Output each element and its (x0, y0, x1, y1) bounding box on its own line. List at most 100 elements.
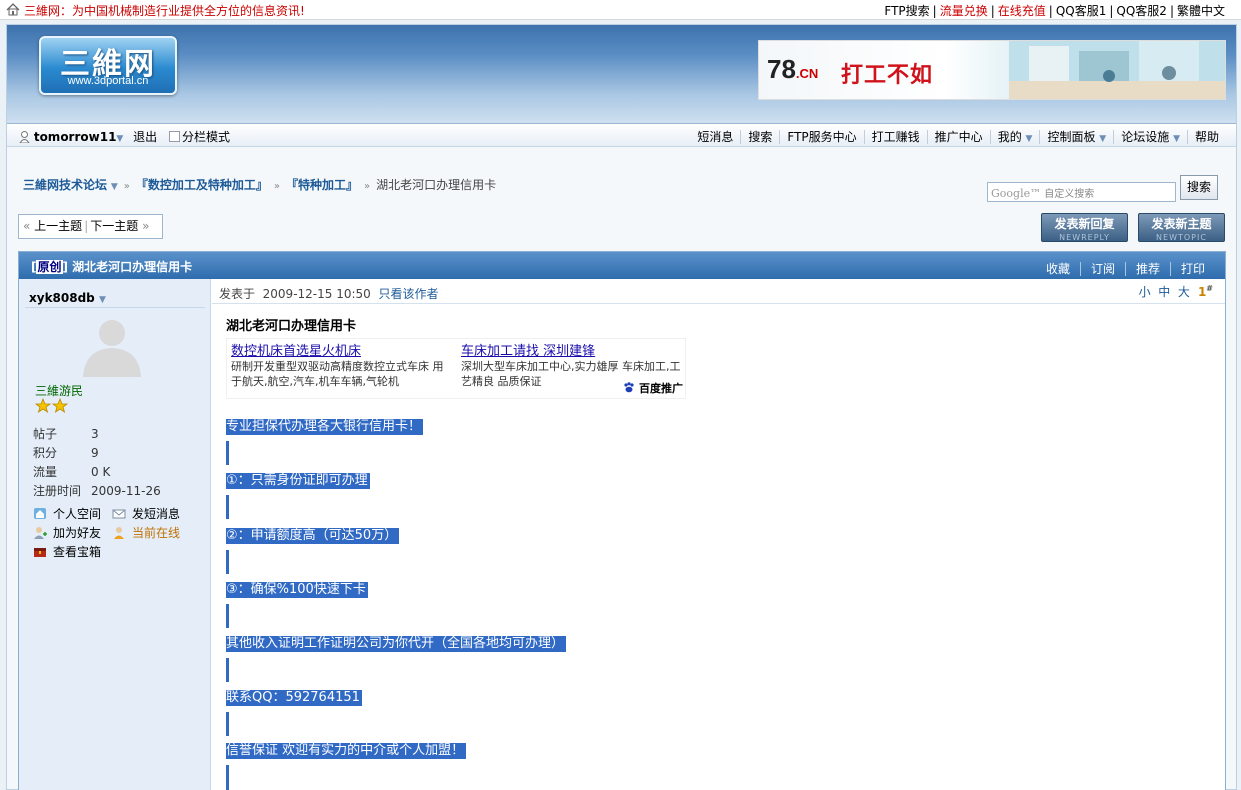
user-icon (19, 131, 30, 144)
banner-brand: 78.CN (767, 54, 819, 84)
search-button[interactable]: 搜索 (1180, 175, 1218, 200)
post-body-line: 专业担保代办理各大银行信用卡！ (226, 419, 424, 435)
ad-item[interactable]: 数控机床首选星火机床 研制开发重型双驱动高精度数控立式车床 用于航天,航空,汽车… (231, 340, 451, 389)
stat-registered-label: 注册时间 (33, 484, 82, 498)
top-links: FTP搜索 | 流量兑换 | 在线充值 | QQ客服1 | QQ客服2 | 繁體中文 (884, 4, 1225, 18)
post-header: [原创] 湖北老河口办理信用卡 收藏 订阅 推荐 打印 (19, 252, 1225, 279)
topic-pager: « 上一主题 | 下一主题 » (18, 214, 163, 239)
stat-posts-label: 帖子 (33, 427, 58, 441)
chevron-down-icon[interactable]: ▼ (1173, 134, 1180, 144)
chevron-down-icon[interactable]: ▼ (99, 295, 106, 305)
font-size-medium[interactable]: 中 (1158, 285, 1170, 299)
site-header: 三維网 www.3dportal.cn 78.CN 打工不如 (7, 25, 1236, 123)
new-topic-button[interactable]: 发表新主题 NEWTOPIC (1138, 213, 1225, 242)
ad-title[interactable]: 数控机床首选星火机床 (231, 340, 451, 359)
nav-item-search[interactable]: 搜索 (748, 130, 772, 144)
nav-item-earn[interactable]: 打工赚钱 (872, 130, 920, 144)
logo-url: www.3dportal.cn (67, 75, 149, 87)
ad-banner[interactable]: 78.CN 打工不如 (758, 40, 1226, 100)
nav-item-control-panel[interactable]: 控制面板 (1047, 130, 1095, 144)
divider (25, 307, 205, 308)
view-treasure-link[interactable]: 查看宝箱 (53, 545, 101, 559)
font-size-small[interactable]: 小 (1139, 285, 1151, 299)
post-meta: 发表于 2009-12-15 10:50 只看该作者 小 中 大 1# (212, 279, 1225, 304)
ftp-search-link[interactable]: FTP搜索 (884, 4, 929, 18)
recharge-link[interactable]: 在线充值 (998, 4, 1046, 18)
ad-title[interactable]: 车床加工请找 深圳建锋 (461, 340, 681, 359)
username-link[interactable]: tomorrow11 (34, 130, 117, 144)
avatar[interactable] (77, 315, 147, 377)
online-status-icon (114, 527, 124, 539)
stat-points-value: 9 (91, 445, 99, 460)
user-nav-bar: tomorrow11▼ 退出 分栏模式 短消息 搜索 FTP服务中心 打工赚钱 推广中心… (7, 123, 1236, 147)
nav-item-mine[interactable]: 我的 (998, 130, 1022, 144)
recommend-link[interactable]: 推荐 (1136, 262, 1160, 276)
next-topic-link[interactable]: 下一主题 (90, 219, 138, 233)
print-link[interactable]: 打印 (1181, 262, 1205, 276)
qq-service-1-link[interactable]: QQ客服1 (1056, 4, 1107, 18)
post-header-title: [原创] 湖北老河口办理信用卡 (31, 260, 193, 274)
top-strip: 三維网：为中国机械制造行业提供全方位的信息资讯! FTP搜索 | 流量兑换 | 在线充值… (0, 0, 1241, 20)
chevron-down-icon[interactable]: ▼ (111, 182, 118, 192)
font-size-large[interactable]: 大 (1178, 285, 1190, 299)
home-icon[interactable] (6, 3, 20, 16)
author-rank: 三維游民 (35, 384, 84, 398)
personal-space-link[interactable]: 个人空间 (53, 507, 101, 521)
mail-icon (112, 509, 126, 519)
traffic-exchange-link[interactable]: 流量兑换 (940, 4, 988, 18)
chevron-down-icon[interactable]: ▼ (1026, 134, 1033, 144)
breadcrumb-subcategory[interactable]: 『特种加工』 (286, 178, 358, 192)
stat-posts-value: 3 (91, 426, 99, 441)
stat-points-label: 积分 (33, 446, 58, 460)
add-friend-link[interactable]: 加为好友 (53, 526, 101, 540)
floor-number[interactable]: 1# (1198, 284, 1213, 299)
subscribe-link[interactable]: 订阅 (1091, 262, 1115, 276)
post-content: 发表于 2009-12-15 10:50 只看该作者 小 中 大 1# 湖北老河口… (212, 279, 1225, 790)
breadcrumb-category[interactable]: 『数控加工及特种加工』 (136, 178, 268, 192)
posted-label: 发表于 (219, 287, 256, 301)
selection-gap (226, 712, 229, 736)
author-sidebar: xyk808db ▼ 三維游民 帖子 3 积分 9 流量 0 K 注册时间 2009-1… (19, 279, 211, 790)
chevron-down-icon[interactable]: ▼ (116, 134, 123, 144)
new-reply-button[interactable]: 发表新回复 NEWREPLY (1041, 213, 1128, 242)
author-stats: 帖子 3 积分 9 流量 0 K 注册时间 2009-11-26 (33, 424, 161, 500)
nav-item-help[interactable]: 帮助 (1195, 130, 1219, 144)
nav-menu: 短消息 搜索 FTP服务中心 打工赚钱 推广中心 我的 ▼ 控制面板 ▼ 论坛设施 ▼ 帮助 (690, 128, 1226, 145)
baidu-paw-icon (624, 382, 634, 393)
breadcrumb-current: 湖北老河口办理信用卡 (376, 178, 497, 192)
nav-item-messages[interactable]: 短消息 (697, 130, 733, 144)
selection-gap (226, 441, 229, 465)
prev-topic-link[interactable]: 上一主题 (34, 219, 82, 233)
ad-provider[interactable]: 百度推广 (623, 380, 683, 396)
original-tag[interactable]: 原创 (36, 260, 63, 274)
post-body-line: 其他收入证明工作证明公司为你代开（全国各地均可办理） (226, 636, 567, 652)
nav-item-ftp[interactable]: FTP服务中心 (787, 130, 856, 144)
post-body-line: 联系QQ：592764151 (226, 690, 362, 706)
site-logo[interactable]: 三維网 www.3dportal.cn (39, 36, 177, 95)
logout-link[interactable]: 退出 (133, 130, 157, 144)
breadcrumb: 三維网技术论坛 ▼» 『数控加工及特种加工』» 『特种加工』» 湖北老河口办理信用卡 (23, 178, 497, 192)
author-name[interactable]: xyk808db ▼ (29, 291, 106, 305)
stat-traffic-value: 0 K (91, 464, 111, 479)
breadcrumb-forum[interactable]: 三維网技术论坛 (23, 178, 107, 192)
post-container: [原创] 湖北老河口办理信用卡 收藏 订阅 推荐 打印 xyk808db ▼ 三維游民… (18, 251, 1226, 790)
chevron-down-icon[interactable]: ▼ (1099, 134, 1106, 144)
selection-gap (226, 604, 229, 628)
favorite-link[interactable]: 收藏 (1046, 262, 1070, 276)
only-author-link[interactable]: 只看该作者 (378, 287, 438, 301)
search-input[interactable]: Google™ 自定义搜索 (987, 182, 1176, 202)
treasure-chest-icon (34, 548, 46, 557)
nav-item-facilities[interactable]: 论坛设施 (1121, 130, 1169, 144)
ad-desc: 研制开发重型双驱动高精度数控立式车床 用于航天,航空,汽车,机车车辆,气轮机 (231, 360, 444, 388)
traditional-chinese-link[interactable]: 繁體中文 (1177, 4, 1225, 18)
selection-gap (226, 765, 229, 790)
nav-item-promote[interactable]: 推广中心 (935, 130, 983, 144)
split-mode-link[interactable]: 分栏模式 (182, 130, 230, 144)
baidu-ad-block: 数控机床首选星火机床 研制开发重型双驱动高精度数控立式车床 用于航天,航空,汽车… (226, 338, 686, 399)
qq-service-2-link[interactable]: QQ客服2 (1116, 4, 1167, 18)
online-status: 当前在线 (132, 526, 181, 540)
post-actions: 收藏 订阅 推荐 打印 (1036, 260, 1215, 277)
split-mode-checkbox[interactable] (169, 131, 181, 142)
send-message-link[interactable]: 发短消息 (132, 507, 180, 521)
banner-slogan: 打工不如 (841, 63, 934, 88)
